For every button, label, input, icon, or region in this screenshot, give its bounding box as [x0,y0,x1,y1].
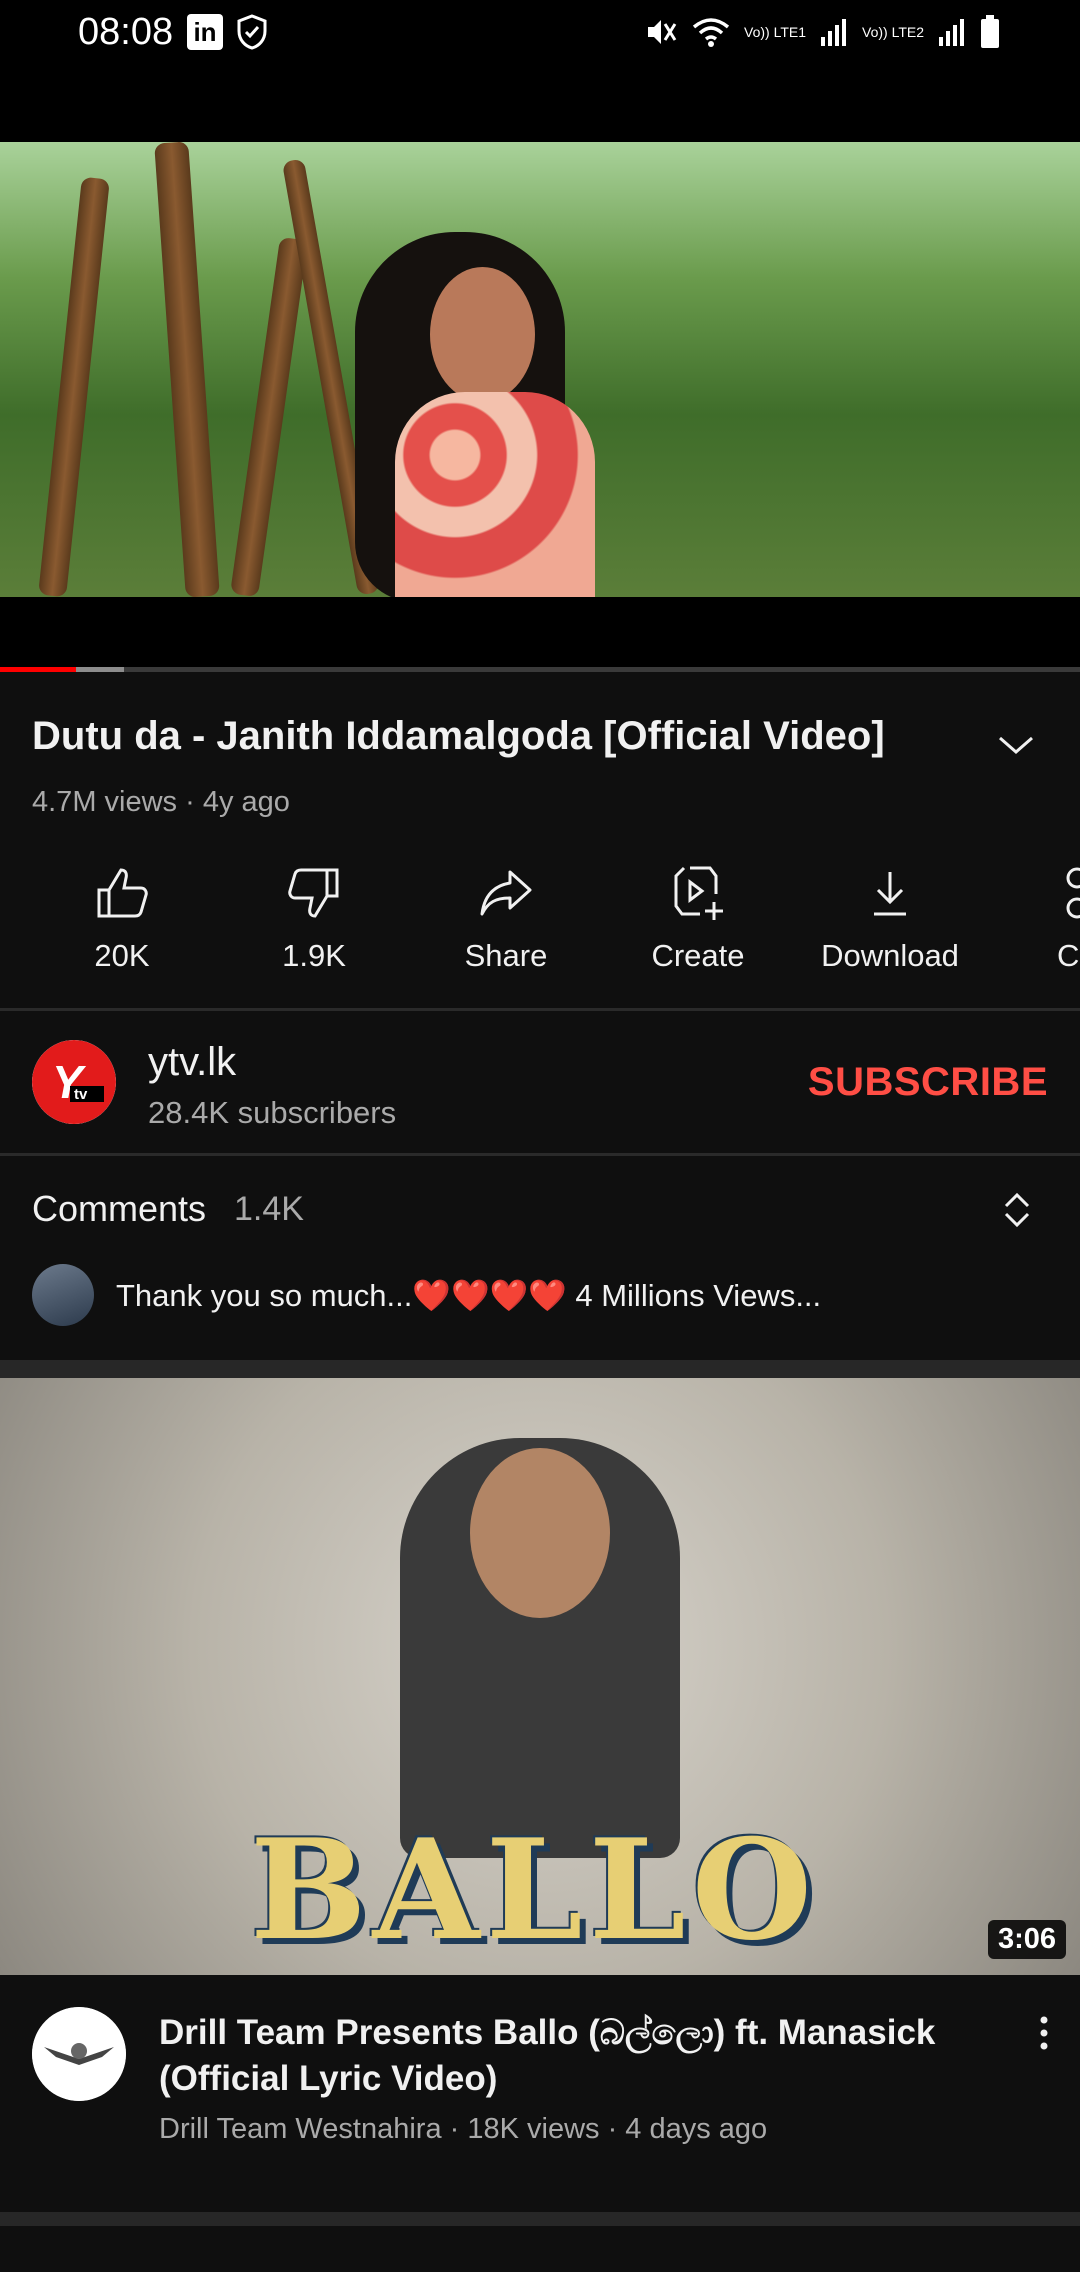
recommended-thumbnail[interactable]: BALLO 3:06 [0,1378,1080,1975]
recommended-meta: Drill Team Westnahira · 18K views · 4 da… [159,2113,768,2145]
video-meta[interactable]: 4.7M views · 4y ago [32,786,290,819]
battery-icon [981,15,999,48]
wifi-icon [692,18,730,47]
video-figure-dress [395,392,595,597]
like-button[interactable]: 20K [37,858,207,974]
share-label: Share [464,938,548,973]
top-comment: Thank you so much...❤️❤️❤️❤️ 4 Millions … [116,1278,822,1313]
more-options-icon[interactable] [1036,2015,1052,2051]
progress-bar[interactable] [0,667,1080,672]
like-icon [97,868,148,918]
thumbnail-text: BALLO [250,1808,818,1971]
linkedin-icon: in [187,14,223,50]
dislike-count: 1.9K [282,938,346,973]
channel-subscribers: 28.4K subscribers [148,1095,397,1130]
channel-avatar[interactable]: Y tv [32,1040,116,1124]
signal-icon [821,19,846,46]
divider [0,1153,1080,1156]
video-duration: 3:06 [987,1920,1066,1959]
create-icon [674,866,723,920]
commenter-avatar [32,1264,94,1326]
share-button[interactable]: Share [421,858,591,974]
like-count: 20K [94,938,150,973]
shield-icon [237,14,267,50]
signal-icon-2 [939,19,964,46]
svg-text:tv: tv [74,1086,88,1103]
clip-label: Cl [1057,938,1080,973]
video-figure-face [430,267,535,402]
ytv-logo-icon: Y tv [32,1040,116,1124]
drill-team-logo-icon [32,2007,126,2101]
mute-icon [648,20,677,44]
download-icon [874,872,906,916]
recommended-channel-avatar[interactable] [32,2007,126,2101]
clip-icon [1066,867,1080,919]
comments-count: 1.4K [234,1190,304,1228]
divider [0,1008,1080,1011]
action-bar: 20K 1.9K Share Create Download C [0,858,1080,988]
tree-trunk [154,142,220,597]
chevron-down-icon[interactable] [996,730,1036,760]
progress-played [0,667,76,672]
create-button[interactable]: Create [613,858,783,974]
recommended-title[interactable]: Drill Team Presents Ballo (බල්ලො) ft. Ma… [159,2010,989,2102]
thumbnail-face [470,1448,610,1618]
sim1-label: Vo)) LTE1 [744,24,806,40]
create-label: Create [651,938,745,973]
tree-trunk [230,236,308,597]
clip-button[interactable]: Cl [997,858,1080,974]
sim2-label: Vo)) LTE2 [862,24,924,40]
video-frame[interactable] [0,142,1080,597]
comments-title: Comments [32,1188,207,1229]
subscribe-button[interactable]: SUBSCRIBE [808,1060,1048,1105]
tree-trunk [38,176,110,597]
share-icon [480,870,532,916]
expand-icon[interactable] [1000,1190,1034,1230]
status-bar: 08:08 in Vo)) LTE1 Vo)) LTE2 [0,0,1080,142]
dislike-button[interactable]: 1.9K [229,858,399,974]
section-gap [0,1360,1080,1378]
video-player[interactable] [0,142,1080,672]
status-right-icons: Vo)) LTE1 Vo)) LTE2 [644,12,1000,52]
video-title[interactable]: Dutu da - Janith Iddamalgoda [Official V… [32,712,962,760]
channel-name[interactable]: ytv.lk [148,1040,236,1085]
download-button[interactable]: Download [805,858,975,974]
dislike-icon [288,868,339,918]
section-gap-bottom [0,2212,1080,2226]
download-label: Download [821,938,959,973]
status-time: 08:08 [78,11,174,53]
